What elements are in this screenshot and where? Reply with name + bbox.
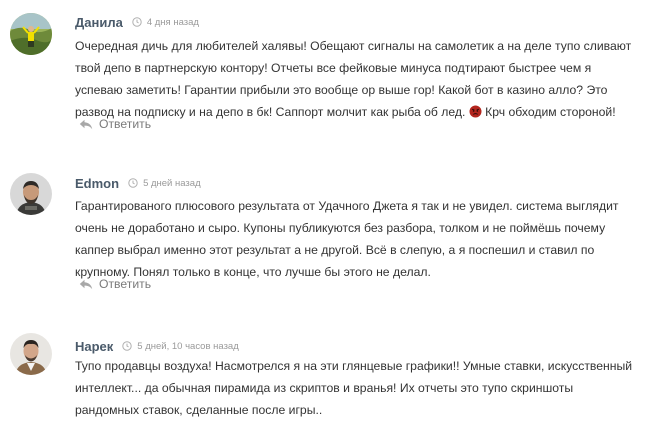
- clock-icon: [122, 341, 132, 351]
- clock-icon: [128, 178, 138, 188]
- comment-text: Гарантированого плюсового результата от …: [75, 199, 619, 279]
- reply-arrow-icon: [79, 119, 93, 129]
- avatar[interactable]: [10, 13, 52, 55]
- comment-meta: Edmon 5 дней назад: [75, 175, 201, 191]
- reply-label[interactable]: Ответить: [99, 117, 151, 131]
- reply-button[interactable]: Ответить: [79, 276, 151, 292]
- angry-face-emoji-icon: [469, 105, 482, 118]
- reply-arrow-icon: [79, 279, 93, 289]
- comment-date[interactable]: 4 дня назад: [147, 17, 199, 28]
- clock-icon: [132, 17, 142, 27]
- comment-text: Тупо продавцы воздуха! Насмотрелся я на …: [75, 359, 633, 417]
- comment-text: Очередная дичь для любителей халявы! Обе…: [75, 35, 635, 123]
- comment-date[interactable]: 5 дней, 10 часов назад: [137, 341, 238, 352]
- author-name[interactable]: Нарек: [75, 339, 113, 354]
- comment-meta: Нарек 5 дней, 10 часов назад: [75, 338, 239, 354]
- author-name[interactable]: Данила: [75, 15, 123, 30]
- comment-meta: Данила 4 дня назад: [75, 14, 199, 30]
- reply-label[interactable]: Ответить: [99, 277, 151, 291]
- avatar[interactable]: [10, 333, 52, 375]
- author-name[interactable]: Edmon: [75, 176, 119, 191]
- reply-button[interactable]: Ответить: [79, 116, 151, 132]
- avatar[interactable]: [10, 173, 52, 215]
- comment-date[interactable]: 5 дней назад: [143, 178, 201, 189]
- comment-text-part: Крч обходим стороной!: [481, 105, 616, 119]
